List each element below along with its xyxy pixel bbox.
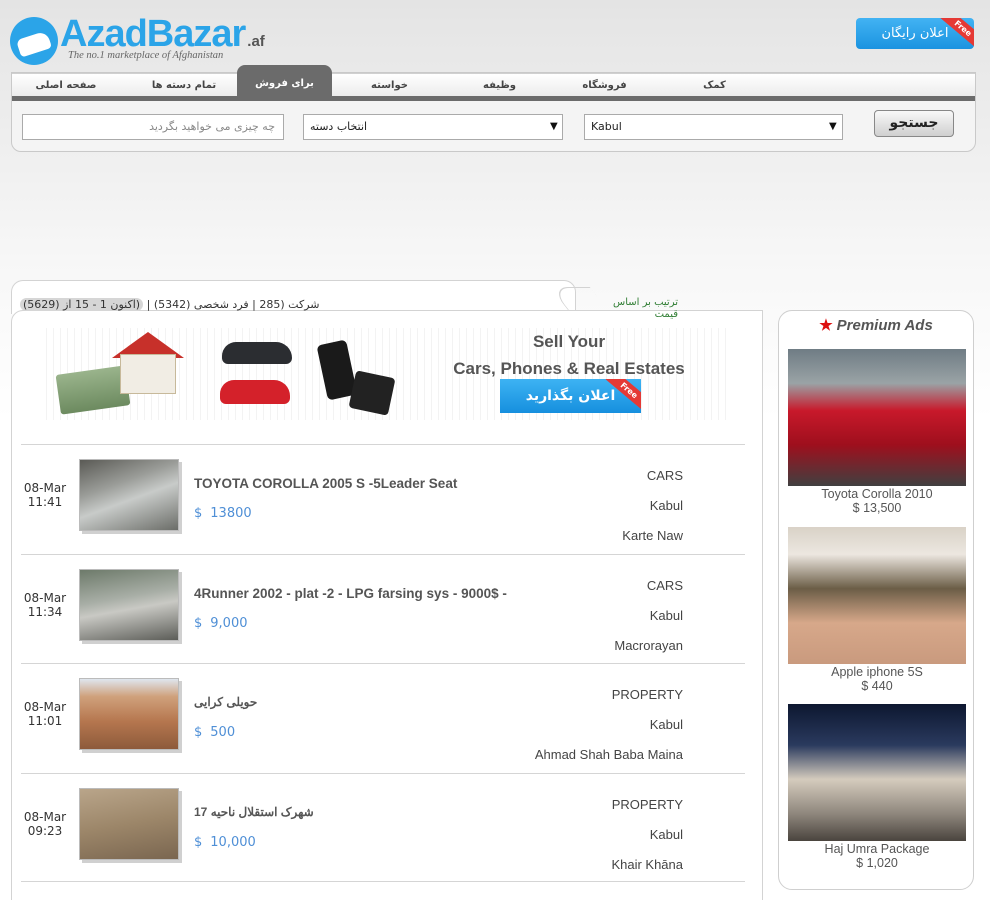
- listing-price: $10,000: [194, 834, 256, 850]
- search-button[interactable]: جستجو: [874, 110, 954, 137]
- tab-shops[interactable]: فروشگاه: [557, 74, 652, 97]
- premium-ad-name[interactable]: Apple iphone 5S: [788, 665, 966, 679]
- premium-ad-item[interactable]: Haj Umra Package $ 1,020: [788, 704, 966, 870]
- listing-date: 08-Mar 11:41: [23, 481, 67, 509]
- premium-ad-item[interactable]: Apple iphone 5S $ 440: [788, 527, 966, 693]
- phone-icon: [348, 370, 396, 416]
- house-icon: [120, 354, 176, 394]
- listing-meta: CARS Kabul Macrorayan: [614, 577, 683, 653]
- listing-meta: CARS Kabul Karte Naw: [622, 468, 683, 543]
- tab-home[interactable]: صفحه اصلی: [12, 74, 120, 97]
- listing-row[interactable]: 08-Mar 11:01 حویلی کرایی $500 PROPERTY Kab…: [21, 663, 745, 773]
- listing-title[interactable]: 4Runner 2002 - plat -2 - LPG farsing sys…: [194, 586, 574, 601]
- premium-ad-price: $ 13,500: [852, 501, 902, 515]
- results-range: (اکنون 1 - 15 از (5629): [20, 298, 144, 311]
- listing-row[interactable]: 08-Mar 11:41 TOYOTA COROLLA 2005 S -5Lead…: [21, 444, 745, 554]
- category-select[interactable]: انتخاب دسته ▼: [303, 114, 563, 140]
- listing-thumbnail[interactable]: [79, 678, 179, 750]
- premium-ad-name[interactable]: Toyota Corolla 2010: [788, 487, 966, 501]
- sort-by-price-link[interactable]: ترتیب بر اساس قیمت: [598, 297, 678, 321]
- listing-price: $500: [194, 725, 236, 740]
- listing-meta: PROPERTY Kabul Ahmad Shah Baba Maina: [534, 687, 683, 762]
- car-icon: [222, 342, 292, 364]
- promo-banner[interactable]: Sell Your Cars, Phones & Real Estates he…: [40, 328, 730, 420]
- star-icon: ★: [819, 317, 833, 334]
- tab-wanted[interactable]: خواسته: [342, 74, 437, 97]
- listing-date: 08-Mar 09:23: [23, 809, 67, 838]
- premium-ad-image[interactable]: [788, 349, 966, 486]
- car-icon: [220, 380, 290, 404]
- listing-title[interactable]: TOYOTA COROLLA 2005 S -5Leader Seat: [194, 476, 574, 491]
- banner-post-ad-button[interactable]: اعلان بگذارید Free: [500, 379, 641, 413]
- site-logo[interactable]: AzadBazar .af The no.1 marketplace of Afg…: [10, 12, 310, 65]
- listing-date: 08-Mar 11:01: [23, 700, 67, 728]
- location-select[interactable]: Kabul ▼: [584, 114, 843, 140]
- listing-row[interactable]: 08-Mar 11:34 4Runner 2002 - plat -2 - LPG…: [21, 553, 745, 664]
- premium-ad-price: $ 1,020: [856, 856, 898, 870]
- premium-ad-price: $ 440: [861, 679, 893, 693]
- free-post-ad-button[interactable]: اعلان رایگان Free: [856, 18, 974, 49]
- listing-price: $9,000: [194, 615, 248, 631]
- listing-filter-bar: شرکت (285 | فرد شخصی (5342) | (اکنون 1 -…: [20, 298, 320, 311]
- chevron-down-icon: ▼: [550, 121, 558, 132]
- tab-help[interactable]: کمک: [667, 74, 762, 97]
- listing-title[interactable]: شهرک استقلال ناحیه 17: [194, 805, 574, 819]
- listing-thumbnail[interactable]: [79, 459, 179, 531]
- premium-ad-image[interactable]: [788, 704, 966, 841]
- filter-individual-link[interactable]: فرد شخصی (5342): [154, 298, 249, 311]
- listing-row[interactable]: 08-Mar 09:23 شهرک استقلال ناحیه 17 $10,00…: [21, 772, 745, 882]
- search-input[interactable]: چه چیزی می خواهید بگردید: [22, 114, 284, 140]
- premium-ad-name[interactable]: Haj Umra Package: [788, 842, 966, 856]
- filter-company-link[interactable]: شرکت (285: [259, 298, 319, 311]
- logo-tagline: The no.1 marketplace of Afghanistan: [68, 50, 224, 61]
- listing-title[interactable]: حویلی کرایی: [194, 695, 574, 709]
- chevron-down-icon: ▼: [829, 121, 837, 132]
- listing-thumbnail[interactable]: [79, 787, 179, 860]
- tab-jobs[interactable]: وظیفه: [452, 74, 547, 97]
- nav-tabs: صفحه اصلی تمام دسته ها برای فروش خواسته …: [12, 65, 975, 101]
- listing-thumbnail[interactable]: [79, 568, 179, 641]
- premium-ads-title: ★ Premium Ads: [819, 317, 933, 334]
- category-select-value: انتخاب دسته: [310, 120, 368, 133]
- listing-meta: PROPERTY Kabul Khair Khāna: [611, 796, 683, 872]
- tab-all-categories[interactable]: تمام دسته ها: [130, 74, 238, 97]
- tab-for-sale[interactable]: برای فروش: [237, 65, 332, 97]
- listing-list: 08-Mar 11:41 TOYOTA COROLLA 2005 S -5Lead…: [21, 444, 745, 882]
- premium-ad-image[interactable]: [788, 527, 966, 664]
- search-filters: چه چیزی می خواهید بگردید انتخاب دسته ▼ K…: [12, 110, 975, 145]
- listing-date: 08-Mar 11:34: [23, 590, 67, 619]
- listing-price: $13800: [194, 506, 252, 521]
- premium-ad-item[interactable]: Toyota Corolla 2010 $ 13,500: [788, 349, 966, 515]
- nav-search-panel: صفحه اصلی تمام دسته ها برای فروش خواسته …: [11, 65, 976, 152]
- logo-car-icon: [10, 17, 58, 65]
- premium-ads-panel: ★ Premium Ads Toyota Corolla 2010 $ 13,50…: [778, 310, 974, 890]
- location-select-value: Kabul: [591, 120, 622, 133]
